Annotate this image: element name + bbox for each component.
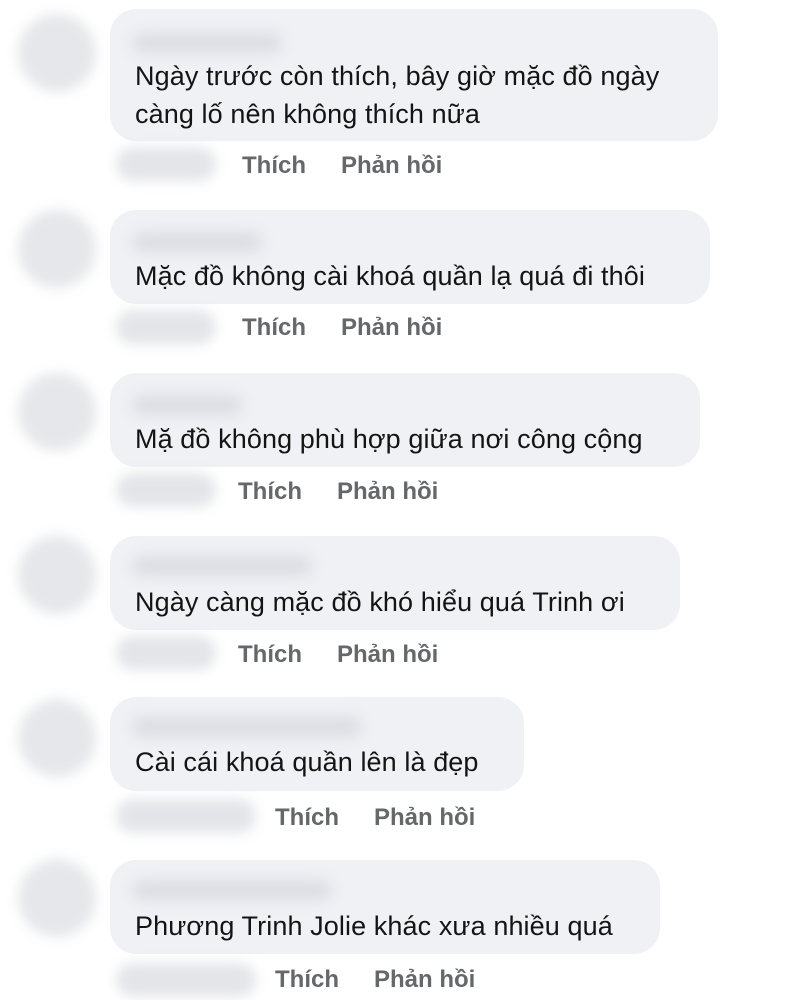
- like-button[interactable]: Thích: [275, 801, 339, 835]
- comment-text: Ngày trước còn thích, bây giờ mặc đồ ngà…: [135, 61, 660, 129]
- comment-bubble: Phương Trinh Jolie khác xưa nhiều quá: [110, 860, 660, 954]
- comment-timestamp: [116, 799, 256, 833]
- reply-button[interactable]: Phản hồi: [337, 638, 438, 672]
- reply-button[interactable]: Phản hồi: [374, 801, 475, 835]
- comment-text: Mặc đồ không cài khoá quần lạ quá đi thô…: [135, 261, 645, 291]
- author-name[interactable]: [132, 395, 242, 415]
- comment-timestamp: [116, 636, 216, 670]
- reply-button[interactable]: Phản hồi: [341, 149, 442, 183]
- comment-text: Ngày càng mặc đồ khó hiểu quá Trinh ơi: [135, 587, 625, 617]
- comment-bubble: Ngày trước còn thích, bây giờ mặc đồ ngà…: [110, 9, 718, 141]
- like-button[interactable]: Thích: [238, 638, 302, 672]
- comment-text: Phương Trinh Jolie khác xưa nhiều quá: [135, 911, 613, 941]
- comment-bubble: Mặc đồ không cài khoá quần lạ quá đi thô…: [110, 210, 710, 304]
- avatar[interactable]: [18, 14, 96, 92]
- avatar[interactable]: [18, 373, 96, 451]
- comment-timestamp: [116, 310, 216, 344]
- avatar[interactable]: [18, 859, 96, 937]
- author-name[interactable]: [132, 880, 332, 900]
- comment-timestamp: [116, 473, 216, 507]
- author-name[interactable]: [132, 232, 262, 252]
- comment-item: Phương Trinh Jolie khác xưa nhiều quá Th…: [0, 845, 792, 1000]
- reply-button[interactable]: Phản hồi: [341, 311, 442, 345]
- comment-bubble: Mặ đồ không phù hợp giữa nơi công cộng: [110, 373, 700, 467]
- author-name[interactable]: [132, 33, 282, 53]
- avatar[interactable]: [18, 210, 96, 288]
- comment-timestamp: [116, 147, 216, 181]
- avatar[interactable]: [18, 699, 96, 777]
- author-name[interactable]: [132, 717, 362, 737]
- avatar[interactable]: [18, 536, 96, 614]
- author-name[interactable]: [132, 556, 312, 576]
- like-button[interactable]: Thích: [242, 311, 306, 345]
- reply-button[interactable]: Phản hồi: [374, 963, 475, 997]
- comment-bubble: Cài cái khoá quần lên là đẹp: [110, 697, 524, 791]
- comment-item: Mặ đồ không phù hợp giữa nơi công cộng T…: [0, 355, 792, 520]
- comment-bubble: Ngày càng mặc đồ khó hiểu quá Trinh ơi: [110, 536, 680, 630]
- comment-timestamp: [116, 963, 256, 997]
- comment-text: Mặ đồ không phù hợp giữa nơi công cộng: [135, 424, 643, 454]
- reply-button[interactable]: Phản hồi: [337, 475, 438, 509]
- like-button[interactable]: Thích: [242, 149, 306, 183]
- like-button[interactable]: Thích: [275, 963, 339, 997]
- comment-item: Ngày trước còn thích, bây giờ mặc đồ ngà…: [0, 0, 792, 190]
- comment-text: Cài cái khoá quần lên là đẹp: [135, 747, 479, 777]
- like-button[interactable]: Thích: [238, 475, 302, 509]
- comment-item: Cài cái khoá quần lên là đẹp Thích Phản …: [0, 685, 792, 845]
- comment-item: Mặc đồ không cài khoá quần lạ quá đi thô…: [0, 190, 792, 355]
- comment-item: Ngày càng mặc đồ khó hiểu quá Trinh ơi T…: [0, 520, 792, 685]
